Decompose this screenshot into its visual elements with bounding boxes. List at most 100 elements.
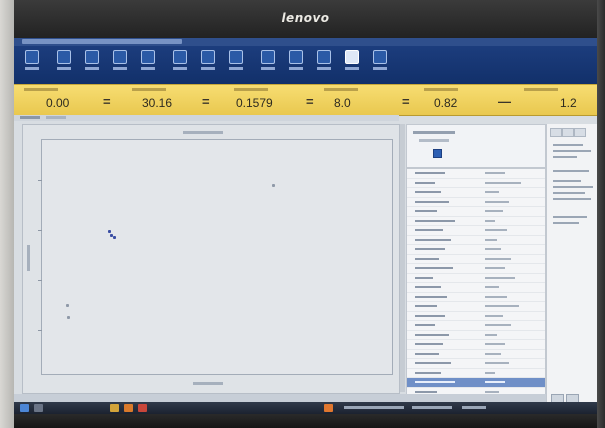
toolbar-button-11[interactable] <box>316 50 332 76</box>
property-row[interactable] <box>407 217 545 226</box>
application-window: 0.00 = 30.16 = 0.1579 = 8.0 = 0.82 — 1.2 <box>14 38 597 414</box>
property-row[interactable] <box>407 198 545 207</box>
toolbar-icon <box>229 50 243 64</box>
system-tray[interactable] <box>344 406 404 409</box>
property-row[interactable] <box>407 359 545 369</box>
property-row[interactable] <box>407 350 545 359</box>
monitor-brand-logo: lenovo <box>281 11 330 25</box>
side-tab[interactable] <box>562 128 574 137</box>
toolbar-button-10[interactable] <box>288 50 304 76</box>
y-axis-label <box>27 245 30 271</box>
title-bar <box>14 38 597 46</box>
toolbar-icon <box>317 50 331 64</box>
toolbar-button-1[interactable] <box>24 50 40 76</box>
readout-operator-5: — <box>498 94 511 109</box>
property-row[interactable] <box>407 369 545 378</box>
property-row[interactable] <box>407 312 545 321</box>
toolbar-icon <box>261 50 275 64</box>
readout-value-5: 0.82 <box>434 96 458 110</box>
toolbar-button-3[interactable] <box>84 50 100 76</box>
property-row[interactable] <box>407 340 545 350</box>
taskbar-app-icon[interactable] <box>138 404 147 412</box>
readout-value-6: 1.2 <box>560 96 577 110</box>
toolbar-icon <box>201 50 215 64</box>
toolbar-icon <box>173 50 187 64</box>
readout-operator-1: = <box>103 94 111 109</box>
plot-axes <box>38 139 393 375</box>
status-bar <box>14 394 546 402</box>
property-row[interactable] <box>407 321 545 331</box>
plot-title <box>183 131 223 134</box>
x-axis-label <box>193 382 223 385</box>
property-row[interactable] <box>407 293 545 302</box>
toolbar-button-5[interactable] <box>140 50 156 76</box>
monitor-bezel-right <box>597 0 605 428</box>
options-panel <box>406 124 546 168</box>
property-row[interactable] <box>407 236 545 245</box>
readout-operator-2: = <box>202 94 210 109</box>
toolbar-icon <box>289 50 303 64</box>
side-tab[interactable] <box>574 128 586 137</box>
tray-icons[interactable] <box>412 406 452 409</box>
readout-bar: 0.00 = 30.16 = 0.1579 = 8.0 = 0.82 — 1.2 <box>14 84 597 116</box>
plot-tab-2[interactable] <box>46 116 66 119</box>
clock[interactable] <box>462 406 486 409</box>
taskbar-app-icon[interactable] <box>324 404 333 412</box>
toolbar-button-2[interactable] <box>56 50 72 76</box>
property-row[interactable] <box>407 207 545 217</box>
data-point <box>113 236 116 239</box>
toolbar-button-13[interactable] <box>372 50 388 76</box>
toolbar-button-7[interactable] <box>200 50 216 76</box>
property-row[interactable] <box>407 264 545 274</box>
toolbar-button-4[interactable] <box>112 50 128 76</box>
monitor-bezel-top: lenovo <box>14 0 597 38</box>
start-button-icon[interactable] <box>20 404 29 412</box>
toolbar-button-8[interactable] <box>228 50 244 76</box>
property-row[interactable] <box>407 226 545 236</box>
side-tab[interactable] <box>550 128 562 137</box>
data-point <box>67 316 70 319</box>
monitor-bezel-left <box>0 0 14 428</box>
side-panel <box>546 124 597 414</box>
property-row[interactable] <box>407 188 545 198</box>
toolbar-icon <box>141 50 155 64</box>
data-point <box>66 304 69 307</box>
property-row[interactable] <box>407 331 545 340</box>
readout-operator-4: = <box>402 94 410 109</box>
property-row[interactable] <box>407 255 545 264</box>
toolbar-icon <box>57 50 71 64</box>
toolbar-ribbon <box>14 46 597 84</box>
plot-tab-1[interactable] <box>20 116 40 119</box>
monitor-bezel-bottom <box>14 414 597 428</box>
taskbar-app-icon[interactable] <box>124 404 133 412</box>
readout-value-2: 30.16 <box>142 96 173 110</box>
property-row[interactable] <box>407 169 545 179</box>
readout-operator-3: = <box>306 94 314 109</box>
property-row[interactable] <box>407 302 545 312</box>
os-taskbar <box>14 402 597 414</box>
property-grid <box>406 168 546 396</box>
readout-value-1: 0.00 <box>46 96 70 110</box>
toolbar-button-12[interactable] <box>344 50 360 76</box>
data-point <box>272 184 275 187</box>
readout-value-4: 8.0 <box>334 96 351 110</box>
readout-value-3: 0.1579 <box>236 96 273 110</box>
taskbar-app-icon[interactable] <box>110 404 119 412</box>
toolbar-icon <box>373 50 387 64</box>
plot-area[interactable] <box>22 124 400 394</box>
toolbar-icon <box>345 50 359 64</box>
property-row-selected[interactable] <box>407 378 545 388</box>
property-row[interactable] <box>407 283 545 293</box>
option-checkbox[interactable] <box>433 149 442 158</box>
plot-scrollbar[interactable] <box>400 124 405 392</box>
toolbar-icon <box>25 50 39 64</box>
plot-tab-strip <box>14 115 399 121</box>
toolbar-icon <box>85 50 99 64</box>
toolbar-button-9[interactable] <box>260 50 276 76</box>
property-row[interactable] <box>407 274 545 283</box>
data-point <box>108 230 111 233</box>
toolbar-button-6[interactable] <box>172 50 188 76</box>
property-row[interactable] <box>407 245 545 255</box>
taskbar-app-icon[interactable] <box>34 404 43 412</box>
property-row[interactable] <box>407 179 545 188</box>
